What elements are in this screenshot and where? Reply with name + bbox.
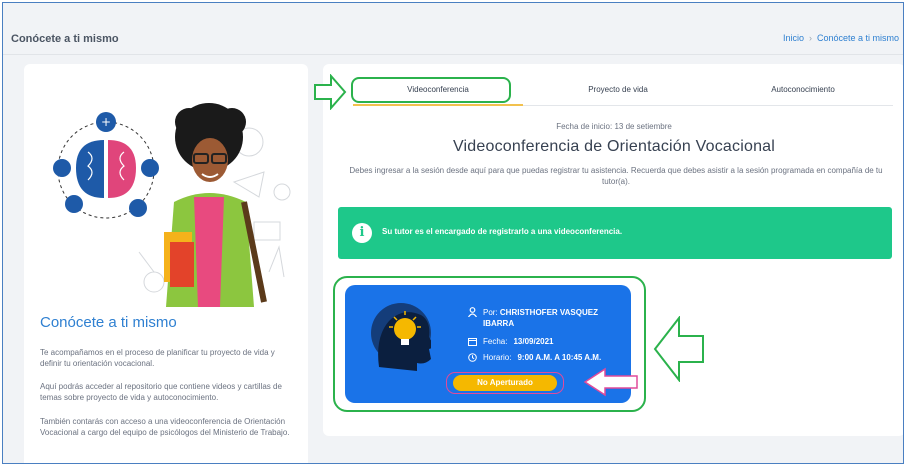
intro-paragraph: Aquí podrás acceder al repositorio que c… xyxy=(40,382,282,402)
intro-paragraph: Te acompañamos en el proceso de planific… xyxy=(40,348,275,368)
section-description: Debes ingresar a la sesión desde aquí pa… xyxy=(349,166,883,186)
breadcrumb-current[interactable]: Conócete a ti mismo xyxy=(817,33,899,43)
session-host: Por: CHRISTHOFER VASQUEZ IBARRA xyxy=(467,307,623,329)
session-host-label: Por: xyxy=(483,308,498,317)
breadcrumb-separator: › xyxy=(808,33,812,43)
info-alert-text: Su tutor es el encargado de registrarlo … xyxy=(382,227,623,236)
session-time: Horario: 9:00 A.M. A 10:45 A.M. xyxy=(467,353,601,364)
annotation-arrow-left-icon xyxy=(583,367,638,397)
session-time-label: Horario: xyxy=(483,353,512,362)
section-heading: Videoconferencia de Orientación Vocacion… xyxy=(452,138,776,155)
breadcrumb-home-link[interactable]: Inicio xyxy=(783,33,804,43)
intro-paragraph: También contarás con acceso a una videoc… xyxy=(40,417,290,437)
annotation-arrow-right-icon xyxy=(314,74,347,110)
app-frame: Conócete a ti mismo Inicio › Conócete a … xyxy=(2,2,904,464)
calendar-icon xyxy=(467,337,477,348)
session-date-label: Fecha: xyxy=(483,337,508,346)
status-badge[interactable]: No Aperturado xyxy=(453,375,557,391)
tab-proyecto-de-vida[interactable]: Proyecto de vida xyxy=(538,85,698,94)
head-lightbulb-icon xyxy=(371,303,431,371)
annotation-tab-outline xyxy=(351,77,511,103)
start-date: Fecha de inicio: 13 de setiembre xyxy=(556,122,672,131)
info-icon: i xyxy=(352,223,372,243)
breadcrumb: Inicio › Conócete a ti mismo xyxy=(783,33,899,43)
intro-card: + Conócete a ti mismo Te acompañamos en … xyxy=(24,64,308,463)
user-icon xyxy=(467,307,477,319)
session-host-name: CHRISTHOFER VASQUEZ IBARRA xyxy=(483,308,598,328)
annotation-arrow-left-icon xyxy=(653,316,704,382)
page-title: Conócete a ti mismo xyxy=(11,33,119,45)
tab-autoconocimiento[interactable]: Autoconocimiento xyxy=(723,85,883,94)
info-alert: i Su tutor es el encargado de registrarl… xyxy=(338,207,892,259)
top-bar: Conócete a ti mismo Inicio › Conócete a … xyxy=(3,3,903,55)
session-time-value: 9:00 A.M. A 10:45 A.M. xyxy=(517,353,602,362)
intro-title: Conócete a ti mismo xyxy=(40,314,177,331)
videoconference-card: Videoconferencia Proyecto de vida Autoco… xyxy=(314,64,903,436)
student-illustration: + xyxy=(53,103,291,307)
clock-icon xyxy=(467,353,477,364)
svg-text:+: + xyxy=(101,115,111,129)
session-date: Fecha: 13/09/2021 xyxy=(467,337,554,348)
session-date-value: 13/09/2021 xyxy=(513,337,554,346)
